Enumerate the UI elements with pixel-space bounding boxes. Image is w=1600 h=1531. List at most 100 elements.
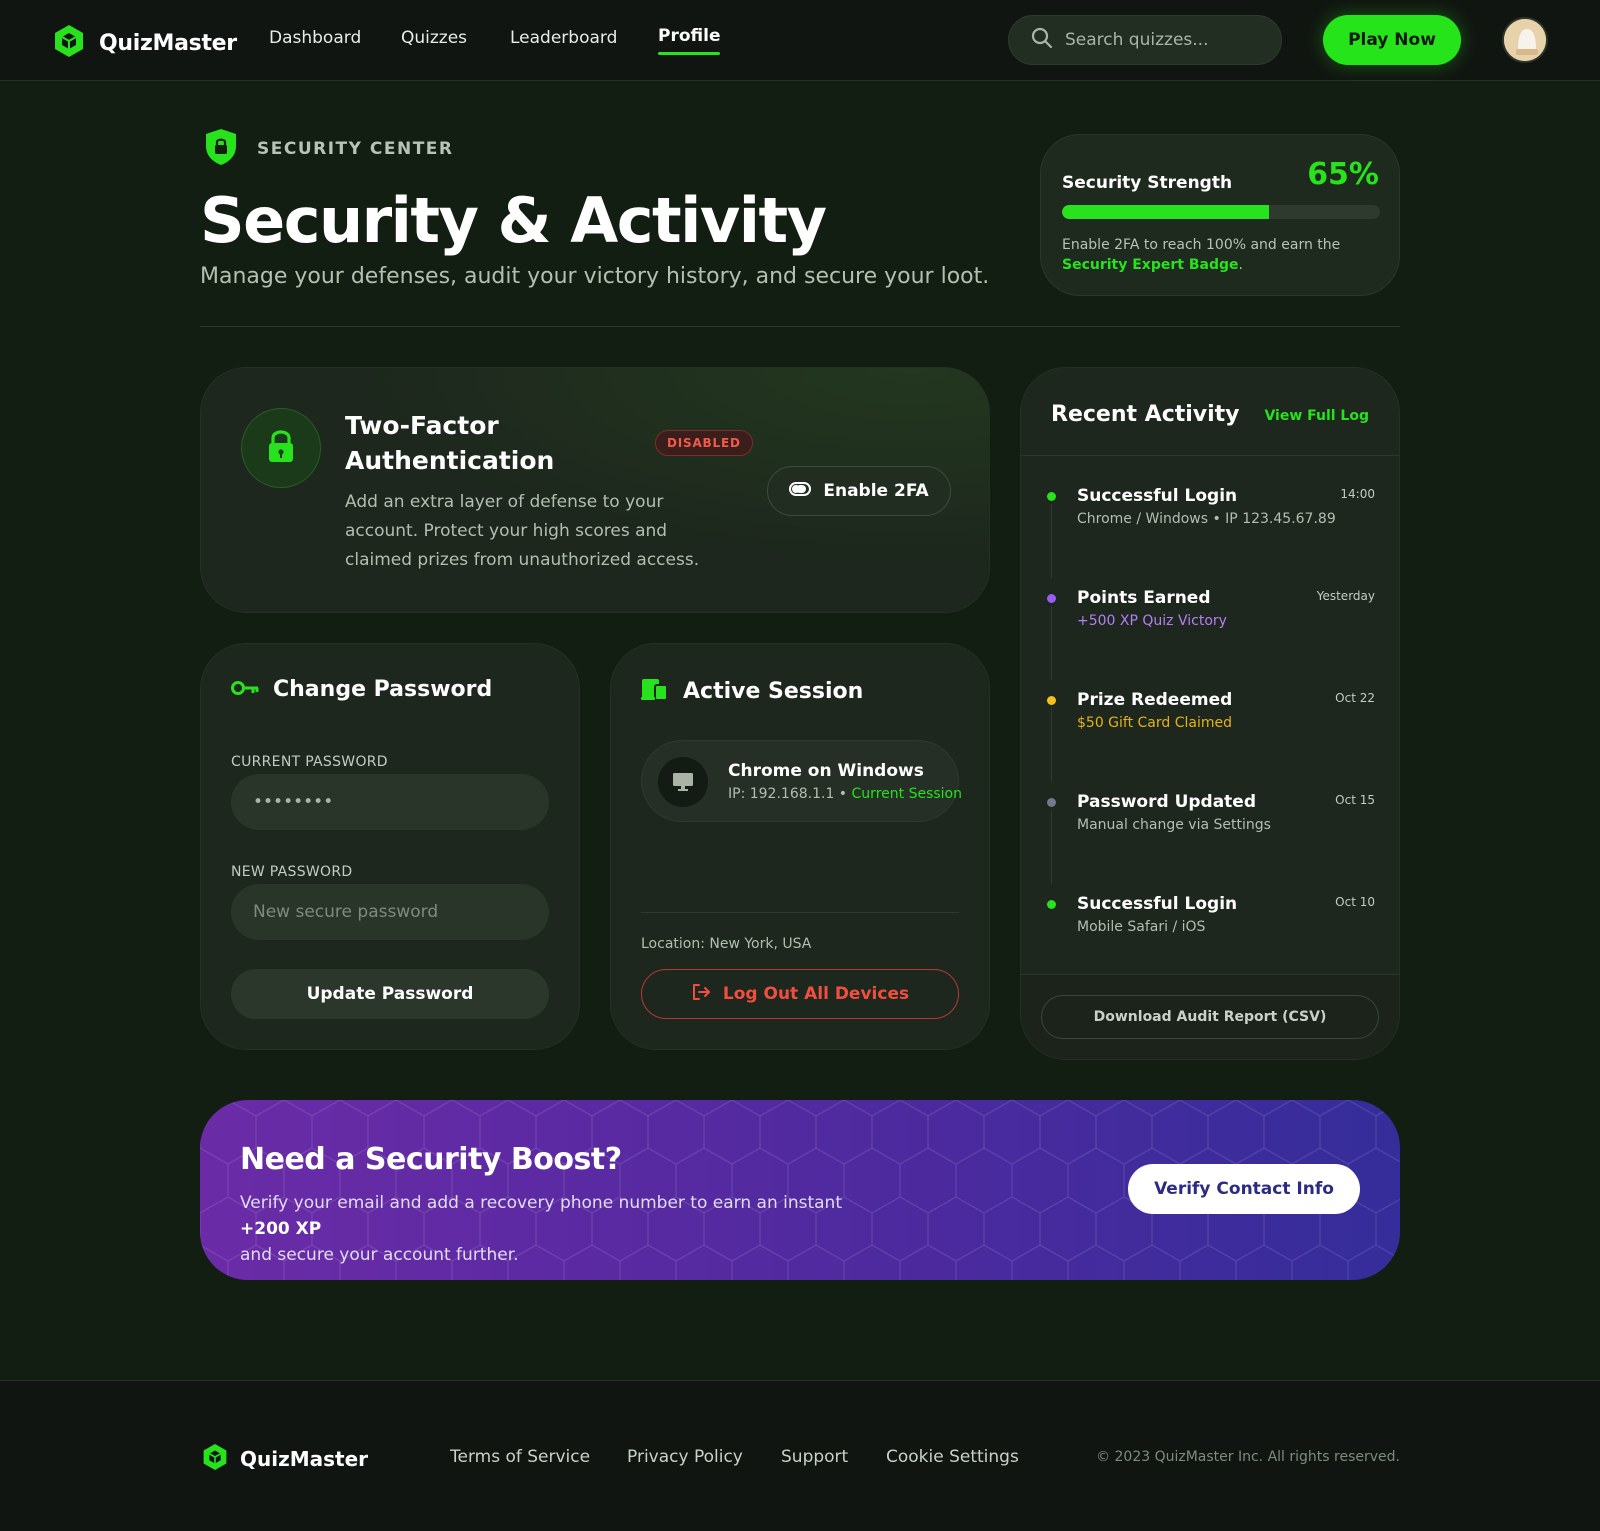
new-password-label: NEW PASSWORD bbox=[231, 864, 353, 880]
strength-percent: 65% bbox=[1307, 157, 1379, 192]
boost-title: Need a Security Boost? bbox=[240, 1142, 622, 1177]
session-separator: • bbox=[834, 786, 852, 802]
strength-desc-suffix: . bbox=[1238, 257, 1243, 273]
activity-title: Prize Redeemed bbox=[1077, 690, 1233, 710]
cube-logo-icon bbox=[53, 24, 85, 62]
play-now-button[interactable]: Play Now bbox=[1323, 15, 1461, 65]
nav-leaderboard[interactable]: Leaderboard bbox=[510, 28, 617, 48]
activity-title: Recent Activity bbox=[1051, 402, 1240, 427]
footer: QuizMaster Terms of Service Privacy Poli… bbox=[0, 1380, 1600, 1531]
session-row[interactable]: Chrome on Windows IP: 192.168.1.1 • Curr… bbox=[641, 740, 962, 822]
security-strength-card: Security Strength 65% Enable 2FA to reac… bbox=[1040, 134, 1400, 296]
brand-name: QuizMaster bbox=[99, 30, 237, 56]
enable-2fa-button[interactable]: Enable 2FA bbox=[767, 466, 951, 516]
footer-terms-link[interactable]: Terms of Service bbox=[450, 1447, 590, 1467]
enable-2fa-label: Enable 2FA bbox=[823, 481, 929, 501]
activity-item[interactable]: Points Earned +500 XP Quiz Victory Yesterd… bbox=[1021, 564, 1399, 680]
eyebrow-label: SECURITY CENTER bbox=[257, 139, 454, 159]
activity-time: Yesterday bbox=[1316, 589, 1375, 603]
nav-profile[interactable]: Profile bbox=[658, 26, 721, 55]
strength-description: Enable 2FA to reach 100% and earn the Se… bbox=[1062, 235, 1382, 275]
activity-title: Successful Login bbox=[1077, 894, 1238, 914]
new-password-field[interactable] bbox=[231, 884, 549, 940]
devices-icon bbox=[641, 677, 669, 705]
status-badge: DISABLED bbox=[655, 430, 753, 456]
brand[interactable]: QuizMaster bbox=[53, 24, 237, 62]
avatar[interactable] bbox=[1502, 17, 1548, 63]
activity-title: Successful Login bbox=[1077, 486, 1238, 506]
lock-icon bbox=[266, 428, 296, 468]
active-session-card: Active Session Chrome on Windows IP: 192… bbox=[610, 643, 990, 1050]
nav-dashboard[interactable]: Dashboard bbox=[269, 28, 361, 48]
lock-icon-badge bbox=[241, 408, 321, 488]
change-password-card: Change Password CURRENT PASSWORD NEW PAS… bbox=[200, 643, 580, 1050]
activity-dot bbox=[1047, 696, 1056, 705]
footer-support-link[interactable]: Support bbox=[781, 1447, 848, 1467]
activity-footer: Download Audit Report (CSV) bbox=[1021, 974, 1399, 1059]
activity-item[interactable]: Password Updated Manual change via Settin… bbox=[1021, 768, 1399, 884]
recent-activity-card: Recent Activity View Full Log Successful… bbox=[1020, 367, 1400, 1060]
download-audit-button[interactable]: Download Audit Report (CSV) bbox=[1041, 995, 1379, 1039]
session-ip-line: IP: 192.168.1.1 • Current Session bbox=[728, 786, 962, 802]
activity-time: Oct 15 bbox=[1335, 793, 1375, 807]
two-factor-card: Two-Factor Authentication DISABLED Add a… bbox=[200, 367, 990, 613]
activity-dot bbox=[1047, 492, 1056, 501]
current-password-label: CURRENT PASSWORD bbox=[231, 754, 388, 770]
footer-cookie-link[interactable]: Cookie Settings bbox=[886, 1447, 1019, 1467]
current-password-field[interactable] bbox=[231, 774, 549, 830]
active-session-header: Active Session bbox=[641, 677, 863, 705]
activity-detail: Mobile Safari / iOS bbox=[1077, 919, 1206, 935]
header-divider bbox=[200, 326, 1400, 327]
update-password-button[interactable]: Update Password bbox=[231, 969, 549, 1019]
logout-label: Log Out All Devices bbox=[722, 984, 910, 1004]
activity-time: Oct 10 bbox=[1335, 895, 1375, 909]
activity-time: 14:00 bbox=[1340, 487, 1375, 501]
top-nav: QuizMaster Dashboard Quizzes Leaderboard… bbox=[0, 0, 1600, 81]
logout-all-devices-button[interactable]: Log Out All Devices bbox=[641, 969, 959, 1019]
shield-lock-icon bbox=[205, 128, 237, 170]
activity-title: Points Earned bbox=[1077, 588, 1211, 608]
cube-logo-icon bbox=[202, 1443, 228, 1475]
boost-xp: +200 XP bbox=[240, 1219, 322, 1239]
verify-contact-info-button[interactable]: Verify Contact Info bbox=[1128, 1164, 1360, 1214]
toggle-icon bbox=[789, 481, 812, 501]
activity-detail: +500 XP Quiz Victory bbox=[1077, 613, 1227, 629]
activity-dot bbox=[1047, 594, 1056, 603]
session-divider bbox=[641, 912, 959, 913]
activity-item[interactable]: Successful Login Chrome / Windows • IP 12… bbox=[1021, 462, 1399, 578]
view-full-log-link[interactable]: View Full Log bbox=[1264, 408, 1369, 424]
logout-icon bbox=[691, 982, 711, 1007]
session-ip: IP: 192.168.1.1 bbox=[728, 786, 835, 802]
two-factor-description: Add an extra layer of defense to your ac… bbox=[345, 492, 700, 570]
security-boost-banner: Need a Security Boost? Verify your email… bbox=[200, 1100, 1400, 1280]
page-subtitle: Manage your defenses, audit your victory… bbox=[200, 264, 990, 289]
activity-detail: $50 Gift Card Claimed bbox=[1077, 715, 1233, 731]
nav-quizzes[interactable]: Quizzes bbox=[401, 28, 467, 48]
security-center-eyebrow: SECURITY CENTER bbox=[205, 128, 454, 170]
current-session-label: Current Session bbox=[851, 786, 962, 802]
strength-desc-text: Enable 2FA to reach 100% and earn the bbox=[1062, 237, 1341, 253]
footer-brand[interactable]: QuizMaster bbox=[202, 1443, 368, 1475]
boost-description: Verify your email and add a recovery pho… bbox=[240, 1190, 880, 1268]
footer-privacy-link[interactable]: Privacy Policy bbox=[627, 1447, 743, 1467]
boost-desc-suffix: and secure your account further. bbox=[240, 1245, 519, 1265]
change-password-title: Change Password bbox=[273, 677, 493, 702]
search-input[interactable] bbox=[1065, 30, 1265, 50]
strength-title: Security Strength bbox=[1062, 173, 1233, 193]
footer-brand-name: QuizMaster bbox=[240, 1447, 369, 1471]
change-password-header: Change Password bbox=[231, 677, 492, 702]
activity-dot bbox=[1047, 798, 1056, 807]
active-session-title: Active Session bbox=[683, 678, 864, 704]
monitor-icon bbox=[658, 757, 708, 807]
strength-progress-bar bbox=[1062, 205, 1380, 219]
activity-item[interactable]: Prize Redeemed $50 Gift Card Claimed Oct 2… bbox=[1021, 666, 1399, 782]
activity-dot bbox=[1047, 900, 1056, 909]
activity-item[interactable]: Successful Login Mobile Safari / iOS Oct 1… bbox=[1021, 870, 1399, 972]
search-icon bbox=[1031, 27, 1053, 53]
copyright: © 2023 QuizMaster Inc. All rights reserv… bbox=[1096, 1449, 1400, 1465]
activity-time: Oct 22 bbox=[1335, 691, 1375, 705]
key-icon bbox=[231, 680, 259, 700]
search-bar[interactable] bbox=[1008, 15, 1282, 65]
session-device: Chrome on Windows bbox=[728, 761, 924, 781]
activity-detail: Manual change via Settings bbox=[1077, 817, 1271, 833]
